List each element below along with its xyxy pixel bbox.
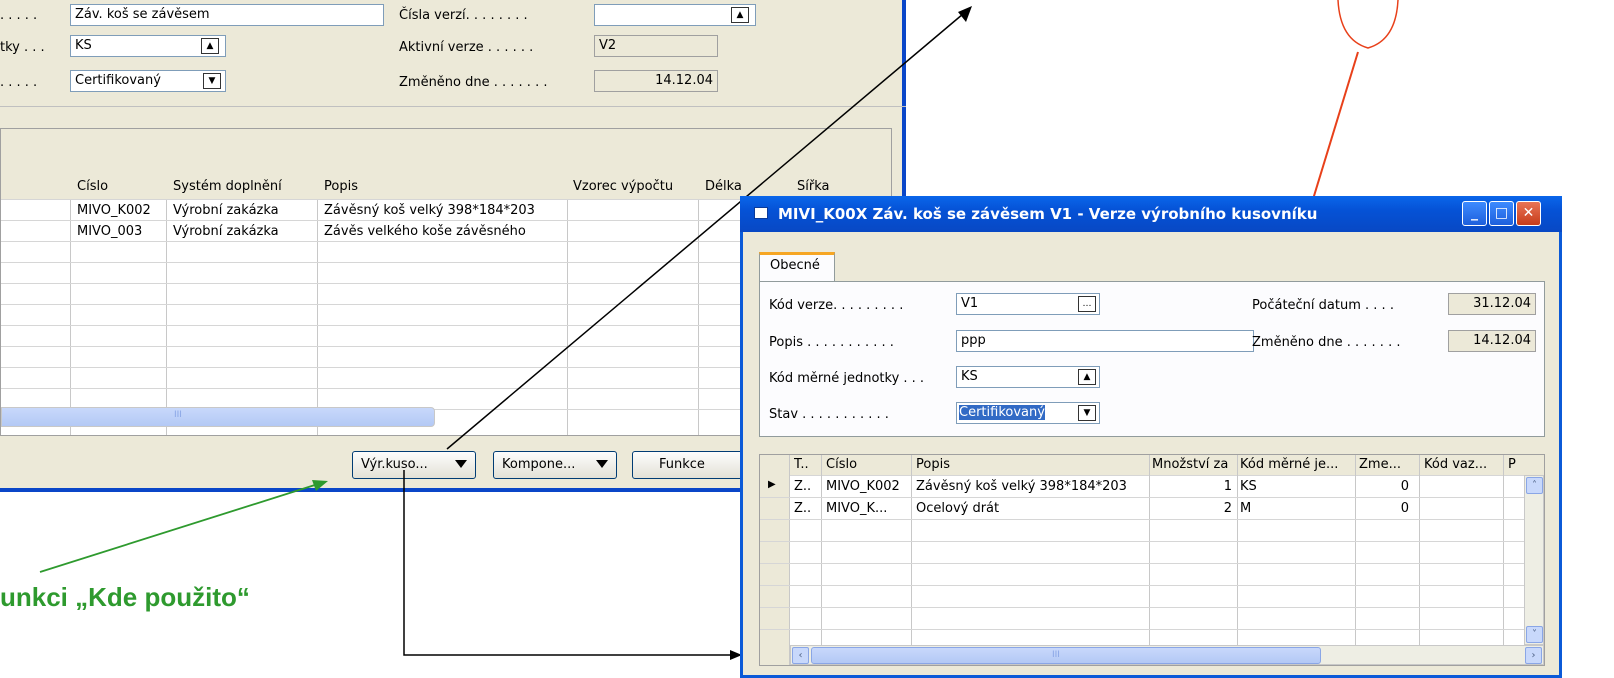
title-bar[interactable]: MIVI_K00X Záv. koš se závěsem V1 - Verze… (740, 196, 1562, 232)
column-header[interactable]: Kód vaz... (1424, 457, 1500, 472)
red-ellipse (1337, 0, 1399, 49)
scroll-right-icon[interactable]: › (1525, 647, 1542, 664)
kod-verze-label: Kód verze. . . . . . . . . (769, 298, 904, 313)
window-title: MIVI_K00X Záv. koš se závěsem V1 - Verze… (778, 205, 1318, 223)
pocatecni-datum-label: Počáteční datum . . . . (1252, 298, 1394, 313)
cell-cislo: MIVO_K002 (826, 479, 900, 494)
column-header[interactable]: Číslo (826, 457, 857, 472)
scroll-thumb[interactable]: III (811, 647, 1321, 664)
column-header[interactable]: Kód měrné je... (1240, 457, 1354, 472)
column-header[interactable]: Množství za (1152, 457, 1236, 472)
cell-cislo: MIVO_K... (826, 501, 888, 516)
popis-field[interactable]: ppp (956, 330, 1254, 352)
ellipsis-icon[interactable]: … (1078, 296, 1096, 312)
cell-popis: Závěsný koš velký 398*184*203 (916, 479, 1127, 494)
kusovnik-lines-grid[interactable]: T.. Číslo Popis Množství za Kód měrné je… (759, 454, 1545, 666)
black-arrowhead (958, 6, 972, 22)
cell-zmena: 0 (1400, 501, 1409, 516)
cell-mnozstvi: 2 (1223, 501, 1232, 516)
column-header[interactable]: Popis (916, 457, 950, 472)
scroll-up-icon[interactable]: ˄ (1526, 477, 1543, 494)
column-header[interactable]: P (1508, 457, 1520, 472)
row-selector-icon: ▶ (768, 479, 776, 490)
popis-label: Popis . . . . . . . . . . . (769, 335, 894, 350)
black-elbow-arrow (403, 470, 735, 656)
pocatecni-datum-field: 31.12.04 (1448, 293, 1536, 315)
column-header[interactable]: Zme... (1359, 457, 1417, 472)
green-arrow (39, 483, 319, 573)
chevron-down-icon[interactable]: ▼ (1078, 405, 1096, 421)
lookup-icon[interactable]: ▲ (1078, 369, 1096, 385)
column-header[interactable]: T.. (794, 457, 809, 472)
cell-popis: Ocelový drát (916, 501, 1000, 516)
green-arrowhead (312, 480, 328, 491)
front-window: MIVI_K00X Záv. koš se závěsem V1 - Verze… (740, 196, 1562, 678)
cell-jednotka: KS (1240, 479, 1257, 494)
cell-zmena: 0 (1400, 479, 1409, 494)
zmeneno-field: 14.12.04 (1448, 330, 1536, 352)
stav-label: Stav . . . . . . . . . . . (769, 407, 889, 422)
scroll-left-icon[interactable]: ‹ (792, 647, 809, 664)
cell-typ: Z.. (794, 479, 812, 494)
vertical-scrollbar[interactable]: ˄ ˅ (1524, 475, 1544, 645)
minimize-button[interactable]: _ (1462, 201, 1487, 226)
tab-obecne[interactable]: Obecné (759, 252, 835, 282)
kod-jednotky-label: Kód měrné jednotky . . . (769, 371, 925, 386)
maximize-button[interactable]: □ (1489, 201, 1514, 226)
cell-typ: Z.. (794, 501, 812, 516)
table-icon (754, 207, 768, 219)
annotation-caption: unkci „Kde použito“ (0, 582, 250, 612)
horizontal-scrollbar[interactable]: ‹ III › (790, 645, 1544, 665)
tab-panel: Kód verze. . . . . . . . . V1 … Popis . … (759, 281, 1545, 437)
close-button[interactable]: ✕ (1516, 201, 1541, 226)
zmeneno-label: Změněno dne . . . . . . . (1252, 335, 1401, 350)
scroll-down-icon[interactable]: ˅ (1526, 626, 1543, 643)
cell-mnozstvi: 1 (1223, 479, 1232, 494)
cell-jednotka: M (1240, 501, 1252, 516)
